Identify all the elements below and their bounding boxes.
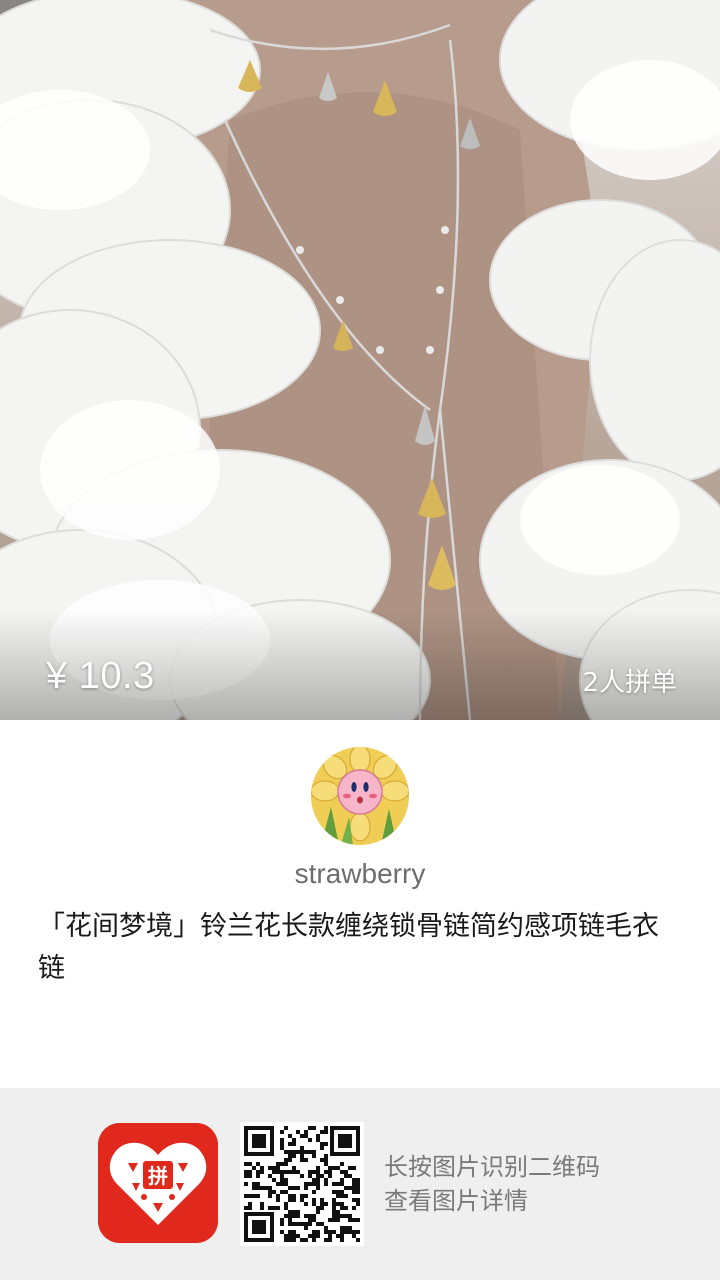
share-footer: 拼 长按图片识别二维码 查看图片详情 (0, 1088, 720, 1280)
seller-name[interactable]: strawberry (0, 858, 720, 890)
scan-hint-line1: 长按图片识别二维码 (384, 1153, 600, 1181)
price-label: ¥ 10.3 (46, 655, 155, 697)
qr-code-icon[interactable] (240, 1122, 364, 1246)
avatar[interactable] (311, 747, 409, 845)
product-image[interactable]: ¥ 10.3 2人拼单 (0, 0, 720, 720)
group-buy-count: 2人拼单 (582, 668, 677, 698)
product-title: 「花间梦境」铃兰花长款缠绕锁骨链简约感项链毛衣链 (38, 911, 659, 984)
app-logo-text: 拼 (148, 1164, 168, 1188)
kirby-flower-avatar-icon (311, 747, 409, 845)
pinduoduo-logo-icon: 拼 (98, 1123, 218, 1243)
scan-hint-line2: 查看图片详情 (384, 1187, 528, 1215)
scan-hint: 长按图片识别二维码 查看图片详情 (384, 1150, 600, 1218)
